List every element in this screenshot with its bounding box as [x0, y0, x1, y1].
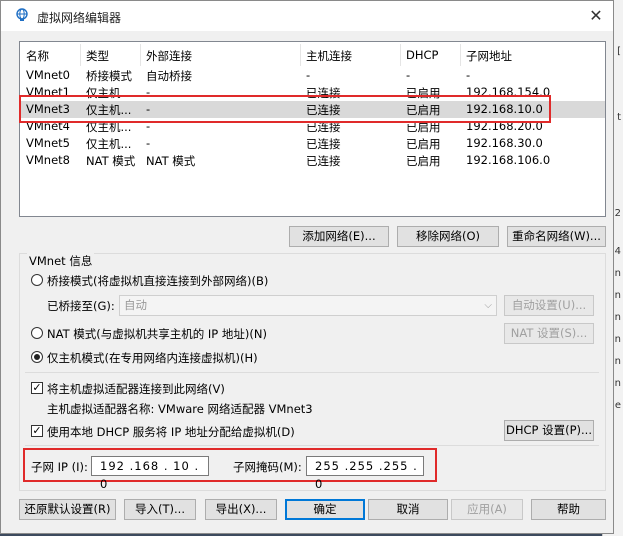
cell-host: 已连接 — [306, 154, 341, 168]
bridged-to-label: 已桥接至(G): — [47, 299, 115, 313]
connect-adapter-checkbox[interactable]: ✓ — [31, 382, 43, 394]
title-bar: 虚拟网络编辑器 ✕ — [1, 1, 613, 31]
cell-name: VMnet0 — [26, 68, 70, 82]
nat-mode-label[interactable]: NAT 模式(与虚拟机共享主机的 IP 地址)(N) — [47, 326, 267, 342]
remove-network-button[interactable]: 移除网络(O) — [397, 226, 499, 247]
cell-dhcp: 已启用 — [406, 154, 441, 168]
cell-subnet: - — [466, 68, 471, 82]
cancel-button[interactable]: 取消 — [368, 499, 448, 520]
separator — [25, 445, 599, 446]
import-button[interactable]: 导入(T)... — [124, 499, 196, 520]
apply-button[interactable]: 应用(A) — [451, 499, 523, 520]
network-list[interactable]: 名称 类型 外部连接 主机连接 DHCP 子网地址 VMnet0 桥接模式 自动… — [19, 41, 606, 217]
bridge-mode-label[interactable]: 桥接模式(将虚拟机直接连接到外部网络)(B) — [47, 273, 268, 289]
vmnet-info-label: VMnet 信息 — [27, 253, 95, 269]
virtual-network-editor-dialog: 虚拟网络编辑器 ✕ 名称 类型 外部连接 主机连接 DHCP 子网地址 VMne… — [0, 0, 614, 534]
cell-host: 已连接 — [306, 137, 341, 151]
col-header-external[interactable]: 外部连接 — [146, 48, 192, 64]
use-dhcp-label[interactable]: 使用本地 DHCP 服务将 IP 地址分配给虚拟机(D) — [47, 424, 295, 440]
subnet-ip-input[interactable]: 192 .168 . 10 . 0 — [91, 456, 209, 491]
separator — [25, 372, 599, 373]
cell-dhcp: - — [406, 68, 411, 82]
col-header-type[interactable]: 类型 — [86, 48, 109, 64]
cell-external: - — [146, 136, 151, 150]
cell-type: 桥接模式 — [86, 69, 132, 83]
table-row[interactable]: VMnet0 桥接模式 自动桥接 - - - — [20, 67, 605, 84]
col-header-subnet[interactable]: 子网地址 — [466, 48, 512, 64]
table-row[interactable]: VMnet8 NAT 模式 NAT 模式 已连接 已启用 192.168.106… — [20, 152, 605, 169]
cell-host: - — [306, 68, 311, 82]
connect-adapter-label[interactable]: 将主机虚拟适配器连接到此网络(V) — [47, 381, 225, 397]
cell-type: 仅主机... — [86, 137, 132, 151]
host-only-mode-radio[interactable] — [31, 351, 43, 363]
nat-settings-button[interactable]: NAT 设置(S)... — [504, 323, 594, 344]
cell-type: NAT 模式 — [86, 154, 136, 168]
cell-dhcp: 已启用 — [406, 137, 441, 151]
dhcp-settings-button[interactable]: DHCP 设置(P)... — [504, 420, 594, 441]
subnet-mask-label: 子网掩码(M): — [233, 460, 302, 474]
cell-name: VMnet8 — [26, 153, 70, 167]
cell-external: NAT 模式 — [146, 154, 196, 168]
adapter-name-label: 主机虚拟适配器名称: VMware 网络适配器 VMnet3 — [47, 402, 313, 416]
window-title: 虚拟网络编辑器 — [37, 11, 122, 25]
close-icon[interactable]: ✕ — [579, 1, 613, 31]
bridged-to-select[interactable]: 自动 ⌵ — [119, 295, 497, 316]
col-header-dhcp[interactable]: DHCP — [406, 48, 438, 62]
bridge-mode-radio[interactable] — [31, 274, 43, 286]
subnet-mask-input[interactable]: 255 .255 .255 . 0 — [306, 456, 424, 491]
col-header-host[interactable]: 主机连接 — [306, 48, 352, 64]
bridged-to-value: 自动 — [124, 298, 147, 312]
export-button[interactable]: 导出(X)... — [205, 499, 277, 520]
subnet-ip-label: 子网 IP (I): — [31, 460, 88, 474]
ok-button[interactable]: 确定 — [285, 499, 365, 520]
auto-settings-button[interactable]: 自动设置(U)... — [504, 295, 594, 316]
col-header-name[interactable]: 名称 — [26, 48, 49, 64]
highlight-box-selected-row — [19, 95, 551, 123]
cell-subnet: 192.168.106.0 — [466, 153, 551, 167]
use-dhcp-checkbox[interactable]: ✓ — [31, 425, 43, 437]
network-globe-icon — [16, 8, 28, 21]
cell-subnet: 192.168.30.0 — [466, 136, 543, 150]
cell-external: 自动桥接 — [146, 69, 192, 83]
help-button[interactable]: 帮助 — [531, 499, 606, 520]
chevron-down-icon: ⌵ — [484, 300, 492, 311]
nat-mode-radio[interactable] — [31, 327, 43, 339]
cell-name: VMnet5 — [26, 136, 70, 150]
table-row[interactable]: VMnet5 仅主机... - 已连接 已启用 192.168.30.0 — [20, 135, 605, 152]
add-network-button[interactable]: 添加网络(E)... — [289, 226, 389, 247]
restore-defaults-button[interactable]: 还原默认设置(R) — [19, 499, 116, 520]
host-only-mode-label[interactable]: 仅主机模式(在专用网络内连接虚拟机)(H) — [47, 350, 258, 366]
rename-network-button[interactable]: 重命名网络(W)... — [507, 226, 606, 247]
